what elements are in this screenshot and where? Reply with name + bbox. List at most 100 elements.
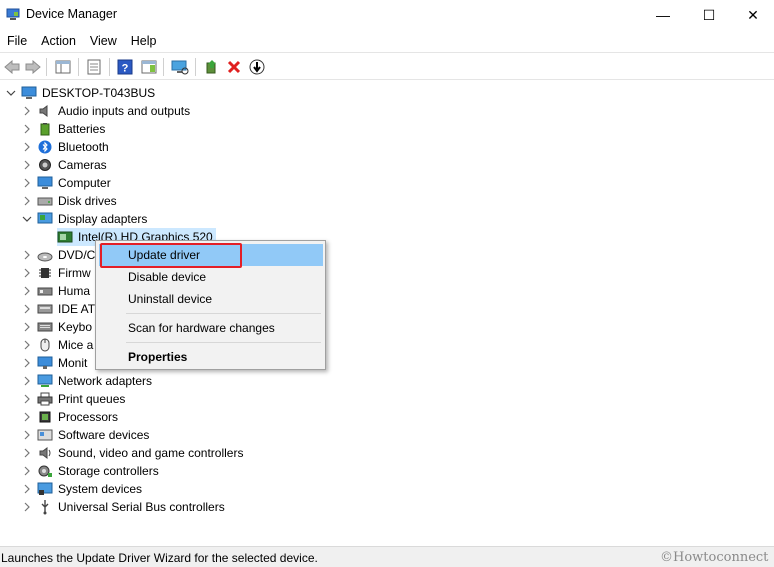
expand-chevron-icon[interactable]: [21, 336, 33, 354]
toolbar-separator: [78, 58, 79, 76]
menu-view[interactable]: View: [83, 30, 124, 52]
expand-chevron-icon[interactable]: [21, 156, 33, 174]
menu-help[interactable]: Help: [124, 30, 164, 52]
expand-chevron-icon[interactable]: [21, 408, 33, 426]
tree-category-processors[interactable]: Processors: [21, 408, 118, 426]
tree-category-computer[interactable]: Computer: [21, 174, 111, 192]
menu-file[interactable]: File: [0, 30, 34, 52]
tree-category-mice-a[interactable]: Mice a: [21, 336, 93, 354]
maximize-button[interactable]: ☐: [686, 0, 732, 30]
tree-category-print-queues[interactable]: Print queues: [21, 390, 125, 408]
toolbar-separator: [195, 58, 196, 76]
expand-chevron-icon[interactable]: [21, 318, 33, 336]
tree-category-label: Mice a: [58, 338, 94, 352]
tree-category-storage-controllers[interactable]: Storage controllers: [21, 462, 159, 480]
disk-drive-icon: [37, 193, 53, 209]
help-icon[interactable]: ?: [114, 56, 136, 78]
ctx-scan-hardware-changes[interactable]: Scan for hardware changes: [99, 317, 323, 339]
expand-chevron-icon[interactable]: [21, 264, 33, 282]
expand-chevron-icon[interactable]: [21, 426, 33, 444]
tree-category-audio-inputs-and-outputs[interactable]: Audio inputs and outputs: [21, 102, 190, 120]
tree-category-network-adapters[interactable]: Network adapters: [21, 372, 152, 390]
ctx-disable-device[interactable]: Disable device: [99, 266, 323, 288]
expand-chevron-icon[interactable]: [21, 192, 33, 210]
tree-category-label: Computer: [58, 176, 111, 190]
tree-category-batteries[interactable]: Batteries: [21, 120, 105, 138]
uninstall-device-icon[interactable]: [223, 56, 245, 78]
tree-category-label: Sound, video and game controllers: [58, 446, 244, 460]
disable-device-icon[interactable]: [246, 56, 268, 78]
action-pane-icon[interactable]: [138, 56, 160, 78]
collapse-chevron-icon[interactable]: [5, 84, 17, 102]
tree-category-label: Universal Serial Bus controllers: [58, 500, 225, 514]
tree-category-disk-drives[interactable]: Disk drives: [21, 192, 117, 210]
expand-chevron-icon[interactable]: [21, 480, 33, 498]
tree-category-dvd-c[interactable]: DVD/C: [21, 246, 95, 264]
toolbar-separator: [46, 58, 47, 76]
ctx-properties[interactable]: Properties: [99, 346, 323, 368]
collapse-chevron-icon[interactable]: [21, 210, 33, 228]
computer-icon: [21, 85, 37, 101]
expand-chevron-icon[interactable]: [21, 282, 33, 300]
context-menu: Update driver Disable device Uninstall d…: [95, 240, 326, 370]
device-manager-app-icon: [6, 7, 20, 21]
expand-chevron-icon[interactable]: [21, 246, 33, 264]
software-device-icon: [37, 427, 53, 443]
menu-bar: File Action View Help: [0, 30, 774, 52]
ctx-update-driver[interactable]: Update driver: [99, 244, 323, 266]
speaker-icon: [37, 103, 53, 119]
back-arrow-icon[interactable]: [1, 56, 23, 78]
forward-arrow-icon[interactable]: [22, 56, 44, 78]
expand-chevron-icon[interactable]: [21, 462, 33, 480]
dvd-icon: [37, 247, 53, 263]
network-adapter-icon: [37, 373, 53, 389]
tree-category-label: Display adapters: [58, 212, 148, 226]
expand-chevron-icon[interactable]: [21, 372, 33, 390]
tree-category-label: Disk drives: [58, 194, 117, 208]
expand-chevron-icon[interactable]: [21, 354, 33, 372]
expand-chevron-icon[interactable]: [21, 138, 33, 156]
tree-category-huma[interactable]: Huma: [21, 282, 90, 300]
tree-root[interactable]: DESKTOP-T043BUS: [5, 84, 155, 102]
tree-category-sound-video-and-game-controllers[interactable]: Sound, video and game controllers: [21, 444, 243, 462]
properties-icon[interactable]: [83, 56, 105, 78]
mouse-icon: [37, 337, 53, 353]
title-bar: Device Manager — ☐ ✕: [0, 0, 774, 30]
expand-chevron-icon[interactable]: [21, 444, 33, 462]
tree-category-firmw[interactable]: Firmw: [21, 264, 91, 282]
ctx-uninstall-device[interactable]: Uninstall device: [99, 288, 323, 310]
tree-category-label: Network adapters: [58, 374, 153, 388]
close-button[interactable]: ✕: [730, 0, 774, 30]
ide-icon: [37, 301, 53, 317]
svg-text:?: ?: [122, 63, 129, 75]
update-driver-icon[interactable]: [201, 56, 223, 78]
expand-chevron-icon[interactable]: [21, 498, 33, 516]
minimize-button[interactable]: —: [640, 0, 686, 30]
tree-category-label: Bluetooth: [58, 140, 109, 154]
tree-category-ide-at[interactable]: IDE AT: [21, 300, 95, 318]
scan-hardware-icon[interactable]: [169, 56, 191, 78]
tree-category-display-adapters[interactable]: Display adapters: [21, 210, 147, 228]
tree-root-label: DESKTOP-T043BUS: [42, 86, 156, 100]
tree-category-bluetooth[interactable]: Bluetooth: [21, 138, 109, 156]
tree-category-cameras[interactable]: Cameras: [21, 156, 107, 174]
tree-category-monit[interactable]: Monit: [21, 354, 87, 372]
firmware-icon: [37, 265, 53, 281]
show-hide-console-tree-icon[interactable]: [52, 56, 74, 78]
expand-chevron-icon[interactable]: [21, 120, 33, 138]
expand-chevron-icon[interactable]: [21, 300, 33, 318]
tree-category-universal-serial-bus-controllers[interactable]: Universal Serial Bus controllers: [21, 498, 225, 516]
tree-category-system-devices[interactable]: System devices: [21, 480, 142, 498]
expand-chevron-icon[interactable]: [21, 174, 33, 192]
tree-category-keybo[interactable]: Keybo: [21, 318, 92, 336]
menu-action[interactable]: Action: [34, 30, 83, 52]
computer-icon: [37, 175, 53, 191]
tree-category-software-devices[interactable]: Software devices: [21, 426, 149, 444]
tree-category-label: System devices: [58, 482, 143, 496]
ctx-separator: [126, 313, 321, 314]
system-device-icon: [37, 481, 53, 497]
bluetooth-icon: [37, 139, 53, 155]
watermark: ©Howtoconnect: [660, 550, 769, 565]
expand-chevron-icon[interactable]: [21, 390, 33, 408]
expand-chevron-icon[interactable]: [21, 102, 33, 120]
